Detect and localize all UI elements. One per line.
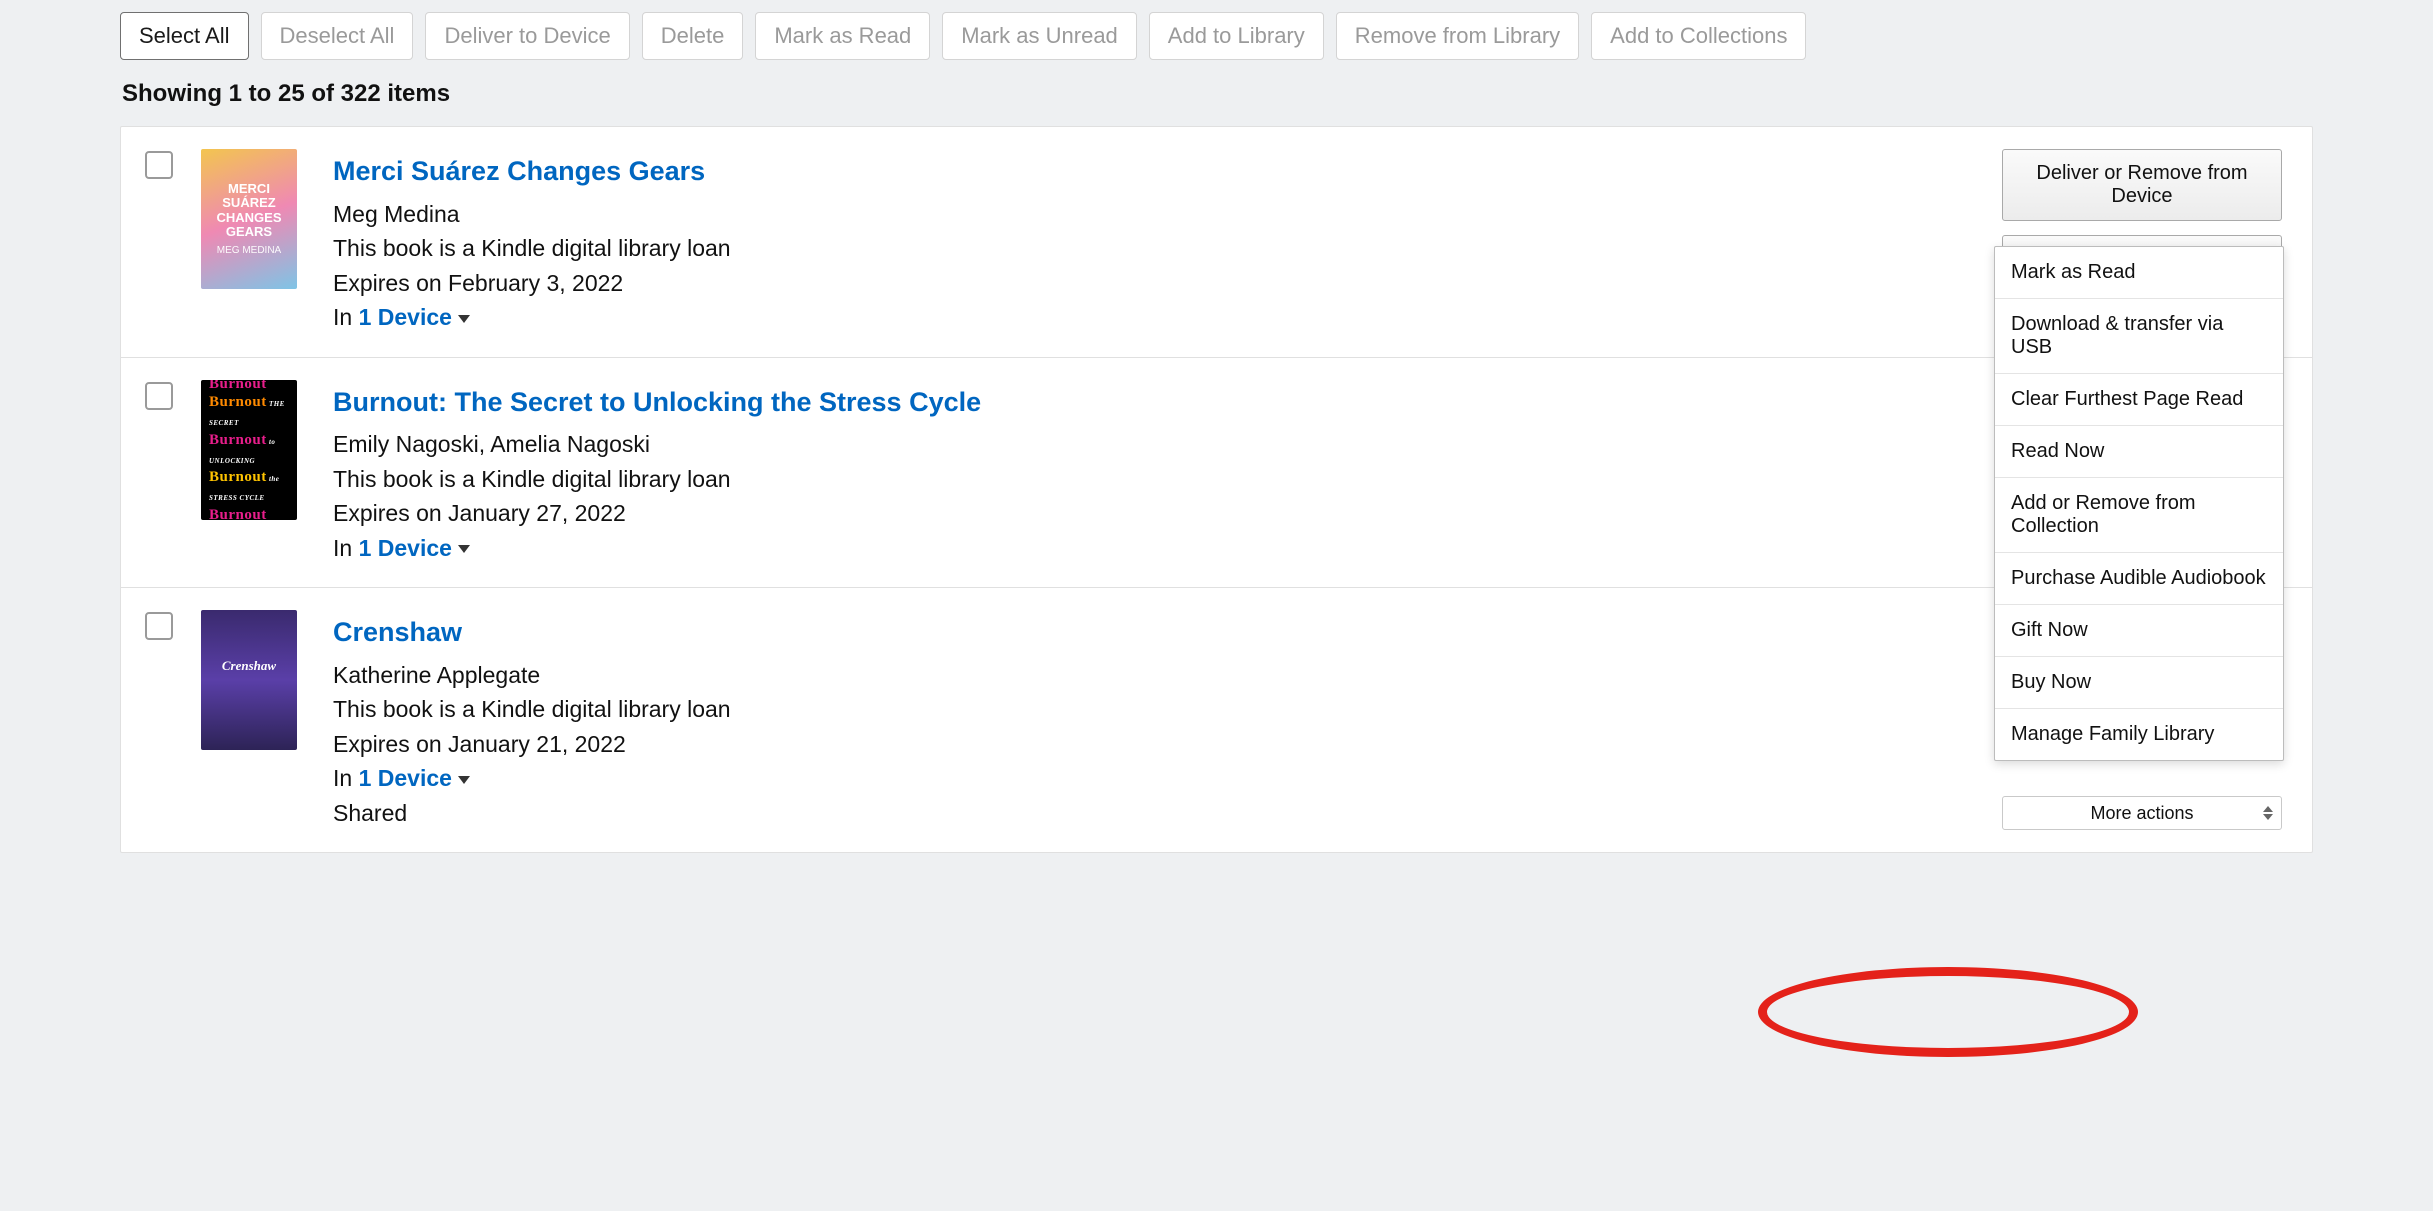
device-line: In 1 Device <box>333 300 2002 335</box>
chevron-down-icon <box>458 315 470 323</box>
book-author: Katherine Applegate <box>333 658 2002 693</box>
mark-as-read-button[interactable]: Mark as Read <box>755 12 930 60</box>
select-checkbox[interactable] <box>145 151 173 179</box>
device-dropdown[interactable]: 1 Device <box>359 765 470 791</box>
dropdown-download-usb[interactable]: Download & transfer via USB <box>1995 299 2283 374</box>
more-actions-select[interactable]: More actions <box>2002 796 2282 830</box>
device-line: In 1 Device <box>333 761 2002 796</box>
cover-author: MEG MEDINA <box>205 245 293 256</box>
book-meta: Merci Suárez Changes Gears Meg Medina Th… <box>333 149 2002 335</box>
expires: Expires on January 21, 2022 <box>333 727 2002 762</box>
deliver-to-device-button[interactable]: Deliver to Device <box>425 12 629 60</box>
expires: Expires on January 27, 2022 <box>333 496 2002 531</box>
book-row: Burnout Burnout THE SECRET Burnout to UN… <box>121 358 2312 589</box>
delete-button[interactable]: Delete <box>642 12 744 60</box>
loan-note: This book is a Kindle digital library lo… <box>333 462 2002 497</box>
book-title-link[interactable]: Burnout: The Secret to Unlocking the Str… <box>333 382 2002 423</box>
dropdown-buy-now[interactable]: Buy Now <box>1995 657 2283 709</box>
dropdown-manage-family-library[interactable]: Manage Family Library <box>1995 709 2283 760</box>
expires: Expires on February 3, 2022 <box>333 266 2002 301</box>
book-title-link[interactable]: Merci Suárez Changes Gears <box>333 151 2002 192</box>
cover-title: Crenshaw <box>205 659 293 673</box>
dropdown-gift-now[interactable]: Gift Now <box>1995 605 2283 657</box>
bulk-action-toolbar: Select All Deselect All Deliver to Devic… <box>120 12 2313 60</box>
dropdown-clear-furthest-page[interactable]: Clear Furthest Page Read <box>1995 374 2283 426</box>
add-to-collections-button[interactable]: Add to Collections <box>1591 12 1806 60</box>
book-cover: MERCI SUÁREZ CHANGES GEARS MEG MEDINA <box>201 149 297 289</box>
deselect-all-button[interactable]: Deselect All <box>261 12 414 60</box>
remove-from-library-button[interactable]: Remove from Library <box>1336 12 1579 60</box>
cover-title: MERCI SUÁREZ CHANGES GEARS <box>205 182 293 239</box>
book-title-link[interactable]: Crenshaw <box>333 612 2002 653</box>
chevron-down-icon <box>458 545 470 553</box>
loan-note: This book is a Kindle digital library lo… <box>333 231 2002 266</box>
book-author: Meg Medina <box>333 197 2002 232</box>
annotation-ellipse <box>1758 967 2138 1057</box>
stepper-icon <box>2263 806 2273 820</box>
dropdown-add-remove-collection[interactable]: Add or Remove from Collection <box>1995 478 2283 553</box>
device-dropdown[interactable]: 1 Device <box>359 304 470 330</box>
chevron-down-icon <box>458 776 470 784</box>
select-checkbox[interactable] <box>145 612 173 640</box>
content-list: MERCI SUÁREZ CHANGES GEARS MEG MEDINA Me… <box>120 126 2313 853</box>
select-all-button[interactable]: Select All <box>120 12 249 60</box>
device-line: In 1 Device <box>333 531 2002 566</box>
dropdown-mark-as-read[interactable]: Mark as Read <box>1995 247 2283 299</box>
book-cover: Burnout Burnout THE SECRET Burnout to UN… <box>201 380 297 520</box>
mark-as-unread-button[interactable]: Mark as Unread <box>942 12 1137 60</box>
dropdown-read-now[interactable]: Read Now <box>1995 426 2283 478</box>
more-actions-dropdown: Mark as Read Download & transfer via USB… <box>1994 246 2284 761</box>
book-meta: Burnout: The Secret to Unlocking the Str… <box>333 380 2002 566</box>
deliver-or-remove-button[interactable]: Deliver or Remove from Device <box>2002 149 2282 221</box>
results-count: Showing 1 to 25 of 322 items <box>122 80 2313 108</box>
book-row: MERCI SUÁREZ CHANGES GEARS MEG MEDINA Me… <box>121 127 2312 358</box>
add-to-library-button[interactable]: Add to Library <box>1149 12 1324 60</box>
select-checkbox[interactable] <box>145 382 173 410</box>
book-author: Emily Nagoski, Amelia Nagoski <box>333 427 2002 462</box>
book-row: Crenshaw Crenshaw Katherine Applegate Th… <box>121 588 2312 852</box>
book-cover: Crenshaw <box>201 610 297 750</box>
device-dropdown[interactable]: 1 Device <box>359 535 470 561</box>
shared-label: Shared <box>333 796 2002 831</box>
loan-note: This book is a Kindle digital library lo… <box>333 692 2002 727</box>
dropdown-purchase-audible[interactable]: Purchase Audible Audiobook <box>1995 553 2283 605</box>
book-meta: Crenshaw Katherine Applegate This book i… <box>333 610 2002 830</box>
